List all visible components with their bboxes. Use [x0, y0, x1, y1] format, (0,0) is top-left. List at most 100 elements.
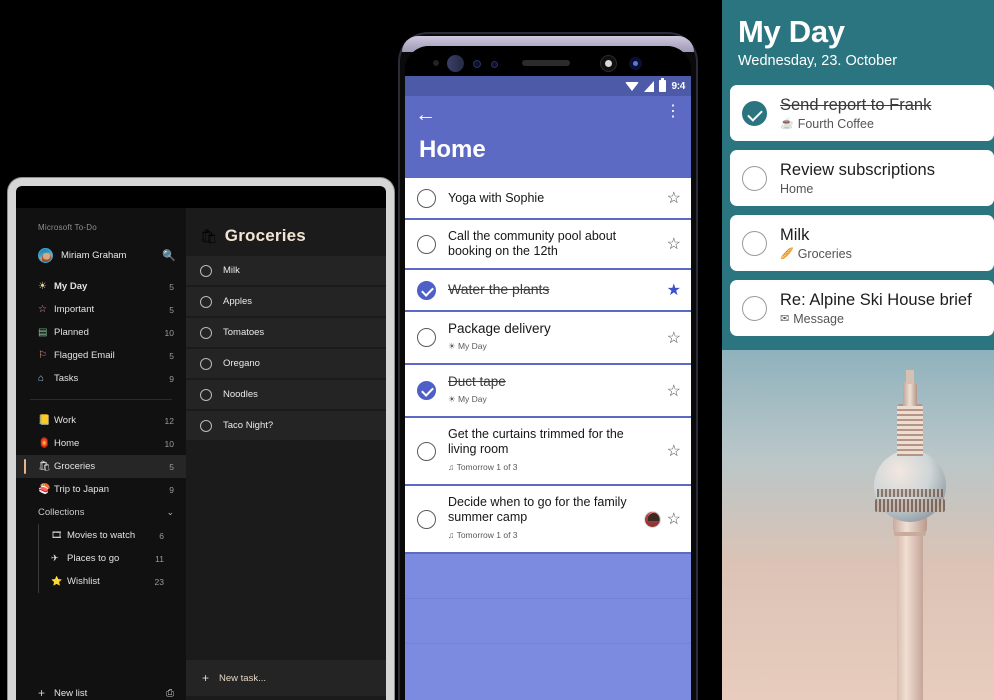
task-row[interactable]: Yoga with Sophie ☆: [405, 178, 691, 220]
task-list-name: Message: [793, 311, 844, 326]
task-checkbox[interactable]: [200, 264, 212, 277]
chevron-down-icon[interactable]: ⌄: [166, 507, 174, 518]
task-row[interactable]: Water the plants ★: [405, 270, 691, 312]
user-profile-row[interactable]: Miriam Graham 🔍: [16, 244, 186, 267]
star-icon[interactable]: ☆: [667, 234, 681, 254]
my-day-task-cards: Send report to Frank ☕ Fourth Coffee Rev…: [722, 85, 994, 336]
sidebar-item-wishlist[interactable]: ⭐ Wishlist 23: [39, 570, 186, 593]
task-checkbox[interactable]: [742, 100, 767, 126]
avatar: [643, 510, 661, 528]
sidebar-item-places-to-go[interactable]: ✈ Places to go 11: [39, 547, 186, 570]
task-row[interactable]: Milk: [186, 256, 386, 286]
sidebar-item-count: 5: [169, 350, 174, 361]
star-icon[interactable]: ★: [667, 280, 681, 300]
sidebar-item-movies-to-watch[interactable]: 🎞 Movies to watch 6: [39, 524, 186, 547]
search-icon[interactable]: 🔍: [162, 249, 176, 262]
task-checkbox[interactable]: [742, 165, 767, 191]
tower-band: [875, 499, 945, 512]
new-window-icon[interactable]: ⎙: [166, 688, 174, 699]
new-task-input[interactable]: + New task...: [186, 660, 386, 696]
task-checkbox[interactable]: [417, 381, 436, 400]
task-row[interactable]: Get the curtains trimmed for the living …: [405, 418, 691, 486]
task-checkbox[interactable]: [742, 295, 767, 321]
speaker-dot: [447, 55, 464, 72]
task-checkbox[interactable]: [200, 326, 212, 339]
new-list-button[interactable]: + New list ⎙: [16, 678, 186, 700]
task-checkbox[interactable]: [200, 295, 212, 308]
task-card[interactable]: Send report to Frank ☕ Fourth Coffee: [730, 85, 994, 141]
task-card[interactable]: Milk 🥖 Groceries: [730, 215, 994, 271]
task-row[interactable]: Call the community pool about booking on…: [405, 220, 691, 270]
task-row[interactable]: Oregano: [186, 349, 386, 379]
task-row[interactable]: Taco Night?: [186, 411, 386, 441]
sidebar-item-label: Work: [54, 415, 76, 426]
kebab-menu-icon[interactable]: ⋮: [665, 104, 681, 120]
task-checkbox[interactable]: [417, 328, 436, 347]
sidebar-item-flagged-email[interactable]: ⚐ Flagged Email 5: [16, 344, 186, 367]
flag-icon: ⚐: [38, 350, 47, 361]
battery-icon: [659, 78, 667, 92]
lantern-icon: 🏮: [38, 438, 51, 449]
airplane-icon: ✈: [51, 553, 59, 563]
back-arrow-icon[interactable]: ←: [415, 104, 436, 125]
background-photo: [722, 350, 994, 700]
task-card[interactable]: Review subscriptions Home: [730, 150, 994, 206]
sidebar-item-my-day[interactable]: ☀ My Day 5: [16, 275, 186, 298]
task-subtitle: ☀ My Day: [448, 341, 487, 351]
sidebar-item-label: Wishlist: [67, 576, 100, 587]
task-row[interactable]: Noodles: [186, 380, 386, 410]
task-checkbox[interactable]: [417, 234, 436, 254]
task-checkbox[interactable]: [200, 388, 212, 401]
task-row[interactable]: Decide when to go for the family summer …: [405, 486, 691, 554]
page-title: My Day: [738, 14, 845, 49]
task-checkbox[interactable]: [417, 280, 436, 300]
envelope-icon: ✉: [780, 313, 790, 325]
task-row[interactable]: Tomatoes: [186, 318, 386, 348]
task-checkbox[interactable]: [742, 230, 767, 256]
android-status-bar: 9:4: [405, 76, 691, 96]
task-title: Re: Alpine Ski House brief: [780, 290, 972, 309]
sushi-icon: 🍣: [38, 484, 51, 495]
sidebar-item-home[interactable]: 🏮 Home 10: [16, 432, 186, 455]
star-icon: ⭐: [51, 576, 63, 586]
task-row[interactable]: Duct tape ☀ My Day ☆: [405, 365, 691, 418]
collections-group-header[interactable]: Collections ⌄: [16, 501, 186, 524]
sidebar-item-label: Important: [54, 304, 95, 315]
task-checkbox[interactable]: [417, 188, 436, 208]
sidebar-item-count: 5: [169, 281, 174, 292]
sidebar-item-trip-to-japan[interactable]: 🍣 Trip to Japan 9: [16, 478, 186, 501]
sidebar-item-count: 6: [159, 530, 164, 541]
task-checkbox[interactable]: [417, 441, 436, 461]
sidebar-item-work[interactable]: 📒 Work 12: [16, 409, 186, 432]
phone-screen: 9:4 ← ⋮ Home Yoga with Sophie ☆ Call the…: [405, 76, 691, 700]
task-title: Call the community pool about booking on…: [448, 229, 617, 258]
task-list-name: Home: [780, 181, 814, 196]
list-header: 🛍 Groceries: [186, 208, 386, 256]
task-row[interactable]: Package delivery ☀ My Day ☆: [405, 312, 691, 365]
task-card[interactable]: Re: Alpine Ski House brief ✉ Message: [730, 280, 994, 336]
task-checkbox[interactable]: [200, 357, 212, 370]
sidebar-item-label: Home: [54, 438, 80, 449]
sidebar-item-label: Trip to Japan: [54, 484, 110, 495]
sidebar-item-tasks[interactable]: ⌂ Tasks 9: [16, 367, 186, 390]
task-row[interactable]: Apples: [186, 287, 386, 317]
star-icon[interactable]: ☆: [667, 328, 681, 348]
task-subtitle: ♫ Tomorrow 1 of 3: [448, 462, 518, 472]
sidebar-item-planned[interactable]: ▤ Planned 10: [16, 321, 186, 344]
home-icon: ⌂: [38, 373, 45, 384]
phone-camera-bar: [405, 46, 691, 76]
star-icon[interactable]: ☆: [667, 188, 681, 208]
task-subtitle: ☀ My Day: [448, 394, 487, 404]
todo-desktop-app: Microsoft To-Do Miriam Graham 🔍 ☀ My Day…: [16, 208, 386, 700]
task-checkbox[interactable]: [417, 509, 436, 529]
task-title: Decide when to go for the family summer …: [448, 495, 627, 524]
task-checkbox[interactable]: [200, 419, 212, 432]
star-icon[interactable]: ☆: [667, 381, 681, 401]
task-subtitle: ✉ Message: [780, 312, 972, 326]
star-icon[interactable]: ☆: [667, 509, 681, 529]
sidebar-item-important[interactable]: ☆ Important 5: [16, 298, 186, 321]
sidebar-item-groceries[interactable]: 🛍 Groceries 5: [16, 455, 186, 478]
task-title: Yoga with Sophie: [448, 191, 545, 205]
sidebar-item-label: My Day: [54, 281, 88, 292]
star-icon[interactable]: ☆: [667, 441, 681, 461]
